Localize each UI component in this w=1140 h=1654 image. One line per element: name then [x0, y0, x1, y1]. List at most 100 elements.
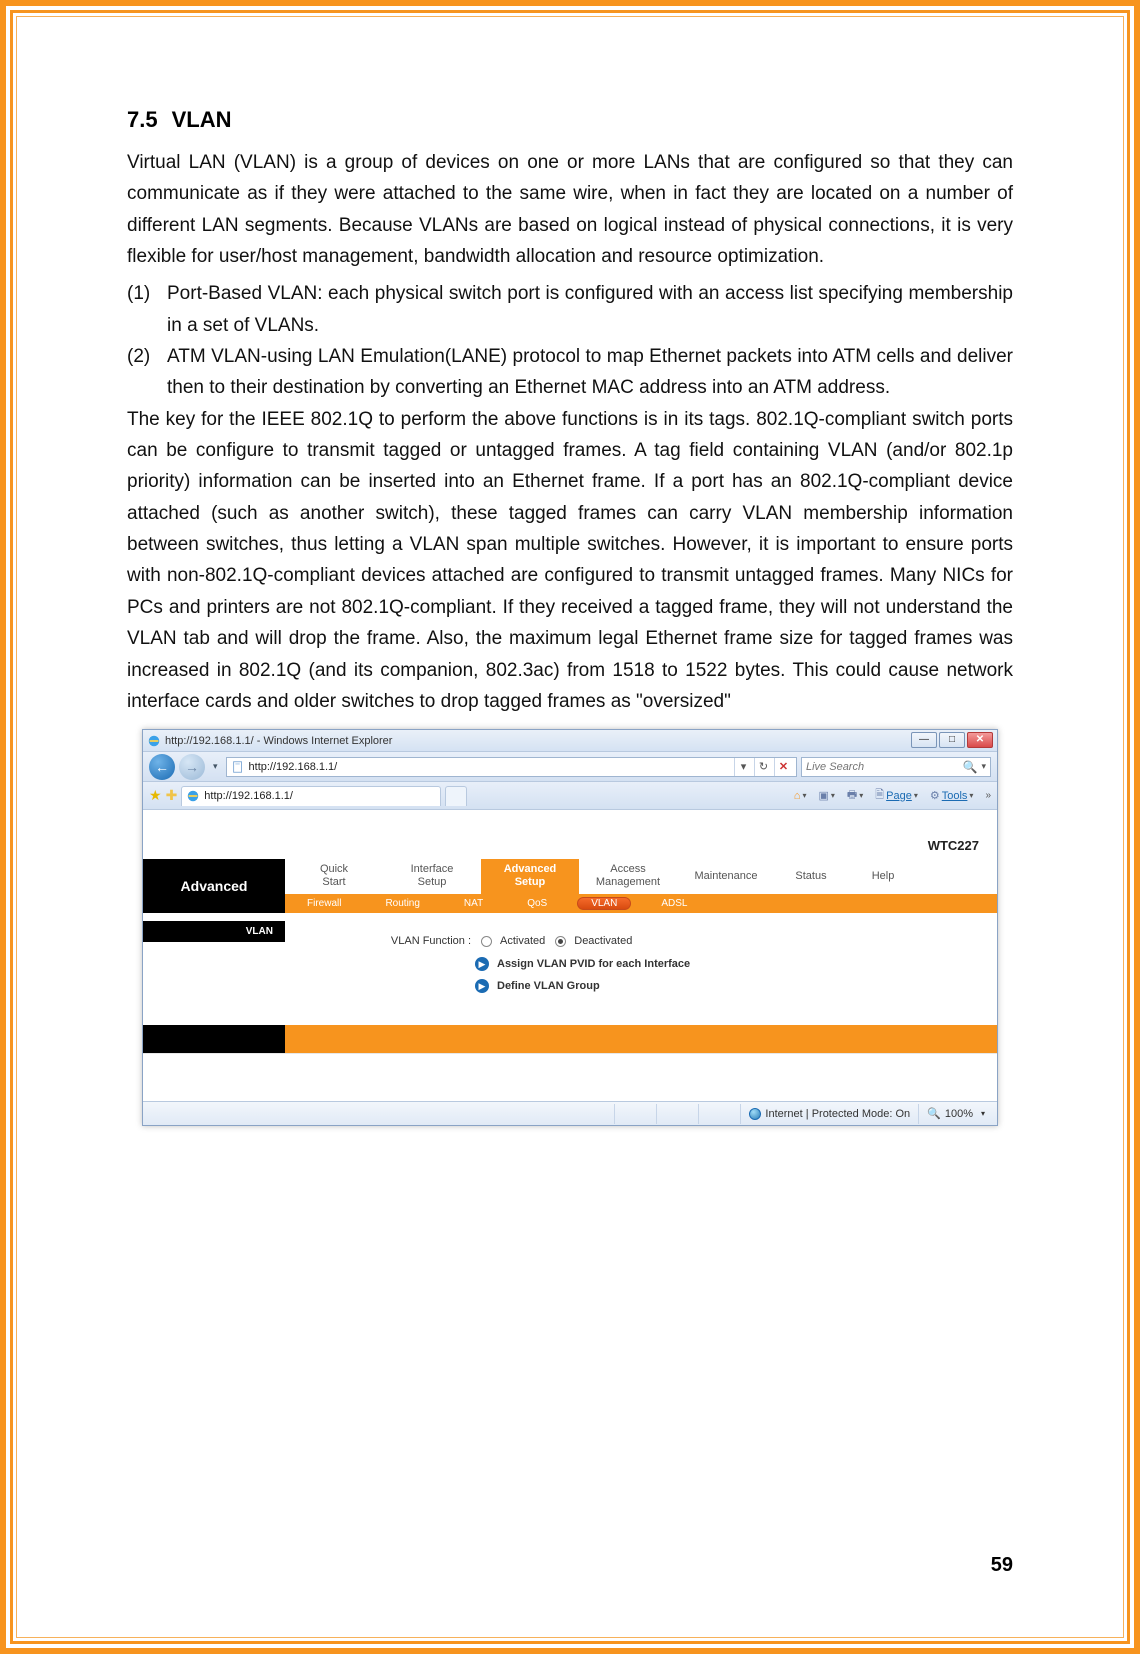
link-label: Define VLAN Group	[497, 980, 600, 992]
status-bar: Internet | Protected Mode: On 🔍 100% ▾	[143, 1101, 997, 1125]
subtab-nat[interactable]: NAT	[442, 894, 505, 914]
home-icon: ⌂	[794, 790, 801, 802]
titlebar: http://192.168.1.1/ - Windows Internet E…	[143, 730, 997, 752]
tab-interface-setup[interactable]: Interface Setup	[383, 859, 481, 893]
address-dropdown-icon[interactable]: ▾	[734, 758, 752, 776]
subtab-label: Routing	[385, 898, 419, 909]
search-icon[interactable]: 🔍	[963, 760, 978, 774]
device-model: WTC227	[928, 838, 979, 853]
page-icon	[231, 760, 245, 774]
maximize-button[interactable]: □	[939, 732, 965, 748]
paragraph-1: Virtual LAN (VLAN) is a group of devices…	[127, 147, 1013, 272]
navbar: ← → ▾ http://192.168.1.1/ ▾ ↻ ✕ 🔍 ▾	[143, 752, 997, 782]
tab-title: http://192.168.1.1/	[204, 790, 293, 802]
gear-icon: ⚙	[930, 789, 940, 802]
address-bar[interactable]: http://192.168.1.1/ ▾ ↻ ✕	[226, 757, 797, 777]
new-tab-button[interactable]	[445, 786, 467, 806]
ie-icon	[186, 789, 200, 803]
list-item-2: (2) ATM VLAN-using LAN Emulation(LANE) p…	[127, 341, 1013, 404]
subtab-adsl[interactable]: ADSL	[639, 894, 709, 914]
heading-number: 7.5	[127, 107, 158, 132]
rss-icon: ▣	[818, 789, 828, 802]
subtab-label: QoS	[527, 898, 547, 909]
zoom-icon: 🔍	[927, 1107, 941, 1120]
subtab-firewall[interactable]: Firewall	[285, 894, 363, 914]
print-button[interactable]: 🖶▾	[843, 786, 867, 806]
vlan-function-row: VLAN Function : Activated Deactivated	[361, 935, 987, 947]
list-text: ATM VLAN-using LAN Emulation(LANE) proto…	[165, 341, 1013, 404]
stop-button[interactable]: ✕	[774, 758, 792, 776]
tab-access-management[interactable]: Access Management	[579, 859, 677, 893]
status-slot	[614, 1104, 656, 1124]
list-marker: (2)	[127, 341, 165, 404]
tab-help[interactable]: Help	[847, 859, 919, 893]
back-button[interactable]: ←	[149, 754, 175, 780]
security-zone[interactable]: Internet | Protected Mode: On	[740, 1104, 918, 1124]
home-button[interactable]: ⌂▾	[790, 786, 811, 806]
vlan-function-label: VLAN Function :	[361, 935, 471, 947]
tab-status[interactable]: Status	[775, 859, 847, 893]
subtab-routing[interactable]: Routing	[363, 894, 441, 914]
browser-tab[interactable]: http://192.168.1.1/	[181, 786, 441, 806]
radio-icon	[481, 936, 492, 947]
address-text: http://192.168.1.1/	[249, 761, 730, 773]
arrow-bullet-icon: ▶	[475, 979, 489, 993]
ie-icon	[147, 734, 161, 748]
radio-icon	[555, 936, 566, 947]
close-button[interactable]: ✕	[967, 732, 993, 748]
tab-advanced-setup[interactable]: Advanced Setup	[481, 859, 579, 893]
subtab-label: NAT	[464, 898, 483, 909]
browser-window: http://192.168.1.1/ - Windows Internet E…	[142, 729, 998, 1126]
radio-deactivated[interactable]: Deactivated	[555, 935, 632, 947]
minimize-button[interactable]: —	[911, 732, 937, 748]
refresh-button[interactable]: ↻	[754, 758, 772, 776]
link-assign-pvid[interactable]: ▶ Assign VLAN PVID for each Interface	[475, 957, 987, 971]
window-title: http://192.168.1.1/ - Windows Internet E…	[165, 735, 909, 747]
subtab-label: VLAN	[591, 898, 617, 909]
section-heading: 7.5 VLAN	[127, 107, 1013, 133]
list-text: Port-Based VLAN: each physical switch po…	[165, 278, 1013, 341]
section-label: VLAN	[143, 921, 285, 942]
nav-heading: Advanced	[143, 859, 285, 913]
page-number: 59	[991, 1554, 1013, 1577]
router-admin-page: WTC227 Advanced Quick Start Interface Se…	[143, 810, 997, 1101]
page-menu[interactable]: 🗎Page▾	[871, 786, 922, 806]
radio-label: Deactivated	[574, 935, 632, 947]
globe-icon	[749, 1108, 761, 1120]
tools-menu-label: Tools	[942, 790, 968, 802]
status-slot	[656, 1104, 698, 1124]
search-box[interactable]: 🔍 ▾	[801, 757, 991, 777]
zoom-control[interactable]: 🔍 100% ▾	[918, 1104, 993, 1124]
tab-quick-start[interactable]: Quick Start	[285, 859, 383, 893]
nav-history-dropdown[interactable]: ▾	[209, 761, 222, 772]
forward-button[interactable]: →	[179, 754, 205, 780]
status-slot	[698, 1104, 740, 1124]
list-item-1: (1) Port-Based VLAN: each physical switc…	[127, 278, 1013, 341]
router-footer-bar	[143, 1025, 997, 1053]
link-define-vlan-group[interactable]: ▶ Define VLAN Group	[475, 979, 987, 993]
radio-activated[interactable]: Activated	[481, 935, 545, 947]
tab-maintenance[interactable]: Maintenance	[677, 859, 775, 893]
zoom-text: 100%	[945, 1108, 973, 1120]
page-icon: 🗎	[875, 786, 884, 805]
page-menu-label: Page	[886, 790, 912, 802]
heading-title: VLAN	[172, 107, 232, 132]
tabbar: ★ ✚ http://192.168.1.1/ ⌂▾ ▣▾ 🖶▾ 🗎Page▾ …	[143, 782, 997, 810]
search-input[interactable]	[806, 761, 963, 773]
radio-label: Activated	[500, 935, 545, 947]
subtab-label: ADSL	[661, 898, 687, 909]
subtab-qos[interactable]: QoS	[505, 894, 569, 914]
list-marker: (1)	[127, 278, 165, 341]
arrow-bullet-icon: ▶	[475, 957, 489, 971]
status-text: Internet | Protected Mode: On	[765, 1108, 910, 1120]
paragraph-2: The key for the IEEE 802.1Q to perform t…	[127, 404, 1013, 717]
search-dropdown-icon[interactable]: ▾	[977, 761, 986, 772]
tools-menu[interactable]: ⚙Tools▾	[926, 786, 978, 806]
zoom-dropdown-icon[interactable]: ▾	[977, 1109, 985, 1118]
subtab-vlan[interactable]: VLAN	[569, 894, 639, 914]
subtab-label: Firewall	[307, 898, 341, 909]
feeds-button[interactable]: ▣▾	[814, 786, 838, 806]
favorites-icon[interactable]: ★	[149, 787, 162, 804]
add-favorite-icon[interactable]: ✚	[166, 787, 178, 804]
overflow-icon[interactable]: »	[981, 790, 991, 801]
